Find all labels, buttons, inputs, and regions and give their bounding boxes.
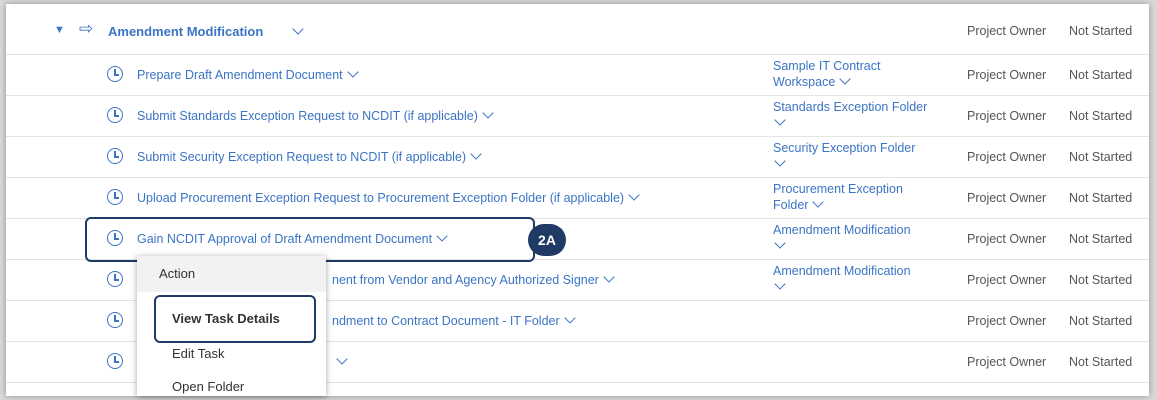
chevron-down-icon[interactable] bbox=[482, 107, 494, 119]
owner: Project Owner bbox=[967, 68, 1047, 82]
clock-icon bbox=[107, 312, 123, 328]
table-row[interactable]: Prepare Draft Amendment Document Sample … bbox=[6, 54, 1149, 96]
chevron-down-icon[interactable] bbox=[774, 114, 786, 126]
chevron-down-icon[interactable] bbox=[839, 73, 851, 85]
owner: Project Owner bbox=[967, 355, 1047, 369]
status: Not Started bbox=[1069, 191, 1133, 205]
menu-item-open-folder[interactable]: Open Folder bbox=[172, 379, 244, 394]
action-menu: Action View Task Details Edit Task Open … bbox=[137, 256, 326, 396]
owner: Project Owner bbox=[967, 273, 1047, 287]
chevron-down-icon[interactable] bbox=[628, 189, 640, 201]
table-row[interactable]: Submit Standards Exception Request to NC… bbox=[6, 95, 1149, 137]
status: Not Started bbox=[1069, 232, 1133, 246]
task-title[interactable]: Submit Security Exception Request to NCD… bbox=[137, 148, 482, 164]
chevron-down-icon[interactable] bbox=[812, 196, 825, 208]
phase-title[interactable]: Amendment Modification bbox=[108, 24, 263, 39]
chevron-down-icon[interactable] bbox=[774, 237, 786, 249]
clock-icon bbox=[107, 353, 123, 369]
status: Not Started bbox=[1069, 314, 1133, 328]
owner: Project Owner bbox=[967, 150, 1047, 164]
task-title[interactable]: Prepare Draft Amendment Document bbox=[137, 66, 359, 82]
clock-icon bbox=[107, 189, 123, 205]
menu-highlight-box bbox=[154, 295, 316, 343]
chevron-down-icon[interactable] bbox=[563, 312, 576, 324]
owner: Project Owner bbox=[967, 314, 1047, 328]
task-title[interactable]: nent from Vendor and Agency Authorized S… bbox=[332, 271, 615, 287]
table-row[interactable]: Upload Procurement Exception Request to … bbox=[6, 177, 1149, 219]
callout-badge: 2A bbox=[528, 224, 566, 256]
folder-link[interactable]: Standards Exception Folder bbox=[773, 99, 958, 131]
status: Not Started bbox=[1069, 355, 1133, 369]
owner: Project Owner bbox=[967, 191, 1047, 205]
phase-row[interactable]: ▼ ⇨ Amendment Modification Project Owner… bbox=[6, 4, 1149, 55]
folder-link[interactable]: Sample IT Contract Workspace bbox=[773, 58, 958, 90]
chevron-down-icon[interactable] bbox=[603, 271, 615, 283]
task-title[interactable]: ndment to Contract Document - IT Folder bbox=[332, 312, 576, 328]
status: Not Started bbox=[1069, 109, 1133, 123]
clock-icon bbox=[107, 271, 123, 287]
clock-icon bbox=[107, 148, 123, 164]
table-row[interactable]: Submit Security Exception Request to NCD… bbox=[6, 136, 1149, 178]
menu-header: Action bbox=[137, 256, 326, 292]
status: Not Started bbox=[1069, 150, 1133, 164]
owner: Project Owner bbox=[967, 24, 1047, 38]
chevron-down-icon[interactable] bbox=[774, 155, 786, 167]
task-title[interactable]: Upload Procurement Exception Request to … bbox=[137, 189, 640, 205]
clock-icon bbox=[107, 66, 123, 82]
chevron-down-icon[interactable] bbox=[292, 23, 304, 35]
arrow-right-icon: ⇨ bbox=[79, 19, 94, 38]
chevron-down-icon[interactable] bbox=[774, 278, 786, 290]
chevron-down-icon[interactable] bbox=[470, 148, 482, 160]
menu-item-edit-task[interactable]: Edit Task bbox=[172, 346, 225, 361]
clock-icon bbox=[107, 107, 123, 123]
chevron-down-icon[interactable] bbox=[336, 353, 348, 365]
task-title[interactable]: Submit Standards Exception Request to NC… bbox=[137, 107, 494, 123]
folder-link[interactable]: Security Exception Folder bbox=[773, 140, 958, 172]
expand-triangle-icon[interactable]: ▼ bbox=[54, 24, 65, 36]
folder-link[interactable]: Amendment Modification bbox=[773, 222, 958, 254]
status: Not Started bbox=[1069, 273, 1133, 287]
status: Not Started bbox=[1069, 24, 1133, 38]
chevron-down-icon[interactable] bbox=[346, 66, 359, 78]
owner: Project Owner bbox=[967, 232, 1047, 246]
owner: Project Owner bbox=[967, 109, 1047, 123]
folder-link[interactable]: Amendment Modification bbox=[773, 263, 958, 295]
folder-link[interactable]: Procurement Exception Folder bbox=[773, 181, 958, 213]
task-title[interactable] bbox=[332, 353, 348, 369]
status: Not Started bbox=[1069, 68, 1133, 82]
